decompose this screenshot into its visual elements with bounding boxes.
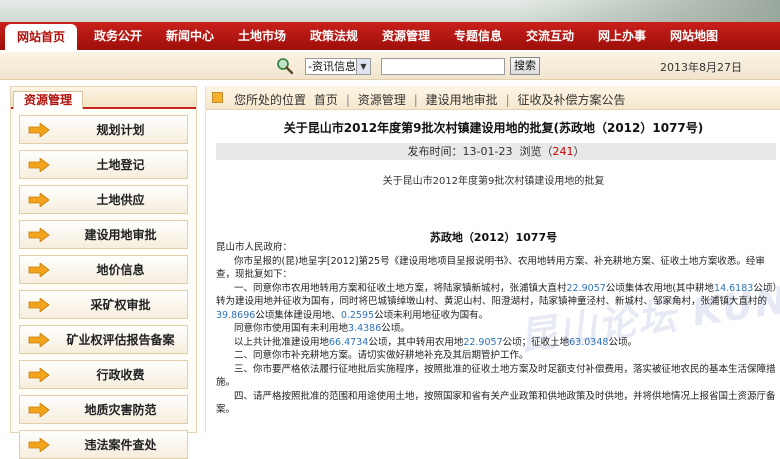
breadcrumb-separator: | — [413, 93, 418, 107]
arrow-right-icon — [28, 228, 50, 242]
sidebar-item[interactable]: 地质灾害防范 — [19, 395, 188, 424]
paragraph: 四、请严格按照批准的范围和用途使用土地，按照国家和省有关产业政策和供地政策及时供… — [216, 390, 776, 416]
view-count: 241 — [552, 145, 574, 158]
sidebar-item[interactable]: 土地登记 — [19, 150, 188, 179]
sidebar-item-label: 采矿权审批 — [90, 298, 151, 312]
publish-label: 发布时间： — [407, 145, 463, 158]
current-date: 2013年8月27日 — [660, 61, 742, 74]
search-icon — [277, 58, 294, 75]
breadcrumb-approval[interactable]: 建设用地审批 — [426, 93, 498, 107]
arrow-right-icon — [28, 368, 50, 382]
sidebar-item-label: 违法案件查处 — [84, 438, 157, 452]
arrow-right-icon — [28, 403, 50, 417]
sidebar-item-label: 土地登记 — [96, 158, 145, 172]
search-bar: -资讯信息- ▼ 搜索 2013年8月27日 — [0, 52, 780, 80]
sidebar-header: 资源管理 — [11, 87, 196, 109]
arrow-right-icon — [28, 193, 50, 207]
paragraph: 你市呈报的(昆)地呈字[2012]第25号《建设用地项目呈报说明书》、农用地转用… — [216, 255, 765, 281]
breadcrumb-current[interactable]: 征收及补偿方案公告 — [518, 93, 626, 107]
sidebar-list: 规划计划土地登记土地供应建设用地审批 地价信息采矿权审批矿业权评估报告备案 行政收费… — [11, 109, 196, 459]
nav-sitemap[interactable]: 网站地图 — [658, 22, 730, 50]
arrow-right-icon — [28, 123, 50, 137]
breadcrumb-separator: | — [505, 93, 510, 107]
sidebar-item-label: 建设用地审批 — [84, 228, 157, 242]
sidebar-title: 资源管理 — [13, 91, 84, 109]
breadcrumb-bar: 您所处的位置 首页 | 资源管理 | 建设用地审批 | 征收及补偿方案公告 — [206, 86, 780, 110]
paragraph: 三、你市要严格依法履行征地批后实施程序，按照批准的征收土地方案及时足额支付补偿费… — [216, 363, 776, 389]
sidebar-item-label: 行政收费 — [96, 368, 145, 382]
search-button[interactable]: 搜索 — [510, 57, 540, 75]
views-suffix: ） — [573, 145, 585, 158]
sidebar-item-label: 规划计划 — [96, 123, 145, 137]
paragraph: 二、同意你市补充耕地方案。请切实做好耕地补充及其后期管护工作。 — [234, 350, 529, 361]
views-label: 浏览（ — [519, 145, 553, 158]
sidebar-item-label: 矿业权评估报告备案 — [66, 333, 175, 347]
publish-date: 13-01-23 — [462, 145, 513, 158]
sidebar-item-label: 土地供应 — [96, 193, 145, 207]
sidebar-item[interactable]: 矿业权评估报告备案 — [19, 325, 188, 354]
nav-news-center[interactable]: 新闻中心 — [154, 22, 226, 50]
chevron-down-icon: ▼ — [356, 59, 370, 74]
sidebar-item[interactable]: 行政收费 — [19, 360, 188, 389]
sidebar-item[interactable]: 违法案件查处 — [19, 430, 188, 459]
banner-image — [520, 0, 780, 22]
breadcrumb: 您所处的位置 首页 | 资源管理 | 建设用地审批 | 征收及补偿方案公告 — [234, 91, 630, 108]
category-select[interactable]: -资讯信息- ▼ — [305, 58, 371, 75]
article-subtitle: 关于昆山市2012年度第9批次村镇建设用地的批复 — [382, 176, 605, 187]
arrow-right-icon — [28, 263, 50, 277]
category-select-value: -资讯信息- — [308, 60, 360, 73]
arrow-right-icon — [28, 158, 50, 172]
arrow-right-icon — [28, 298, 50, 312]
sidebar-item[interactable]: 规划计划 — [19, 115, 188, 144]
paragraph: 以上共计批准建设用地66.4734公顷，其中转用农用地22.9057公顷；征收土… — [234, 336, 637, 348]
nav-land-market[interactable]: 土地市场 — [226, 22, 298, 50]
salutation: 昆山市人民政府： — [216, 242, 293, 253]
nav-resource-management[interactable]: 资源管理 — [370, 22, 442, 50]
article-body: 昆山市人民政府： 你市呈报的(昆)地呈字[2012]第25号《建设用地项目呈报说… — [216, 241, 778, 417]
breadcrumb-resource[interactable]: 资源管理 — [358, 93, 406, 107]
nav-interaction[interactable]: 交流互动 — [514, 22, 586, 50]
nav-policy[interactable]: 政策法规 — [298, 22, 370, 50]
main-nav: 网站首页 政务公开 新闻中心 土地市场 政策法规 资源管理 专题信息 交流互动 … — [0, 22, 780, 50]
paragraph: 一、同意你市农用地转用方案和征收土地方案，将陆家镇新城村，张浦镇大直村22.90… — [216, 282, 778, 321]
sidebar: 资源管理 规划计划土地登记土地供应建设用地审批 地价信息采矿权审批矿业权评估报告备… — [10, 86, 197, 459]
breadcrumb-prefix: 您所处的位置 — [234, 93, 307, 107]
breadcrumb-home[interactable]: 首页 — [314, 93, 338, 107]
nav-topics[interactable]: 专题信息 — [442, 22, 514, 50]
sidebar-item-label: 地价信息 — [96, 263, 145, 277]
article-title: 关于昆山市2012年度第9批次村镇建设用地的批复(苏政地（2012）1077号) — [283, 121, 704, 135]
arrow-right-icon — [28, 438, 50, 452]
sidebar-item[interactable]: 土地供应 — [19, 185, 188, 214]
paragraph: 同意你市使用国有未利用地3.4386公顷。 — [234, 323, 410, 334]
sidebar-item[interactable]: 地价信息 — [19, 255, 188, 284]
arrow-right-icon — [28, 333, 50, 347]
content-area: 您所处的位置 首页 | 资源管理 | 建设用地审批 | 征收及补偿方案公告 关于昆山市… — [205, 86, 780, 433]
article-meta: 发布时间：13-01-23 浏览（241） — [216, 143, 776, 160]
search-input[interactable] — [381, 58, 505, 75]
top-banner — [0, 0, 780, 22]
sidebar-item[interactable]: 采矿权审批 — [19, 290, 188, 319]
sidebar-item-label: 地质灾害防范 — [84, 403, 157, 417]
sidebar-item[interactable]: 建设用地审批 — [19, 220, 188, 249]
nav-home[interactable]: 网站首页 — [5, 24, 77, 50]
nav-online-service[interactable]: 网上办事 — [586, 22, 658, 50]
nav-government-affairs[interactable]: 政务公开 — [82, 22, 154, 50]
bullet-icon — [212, 92, 223, 103]
breadcrumb-separator: | — [345, 93, 350, 107]
